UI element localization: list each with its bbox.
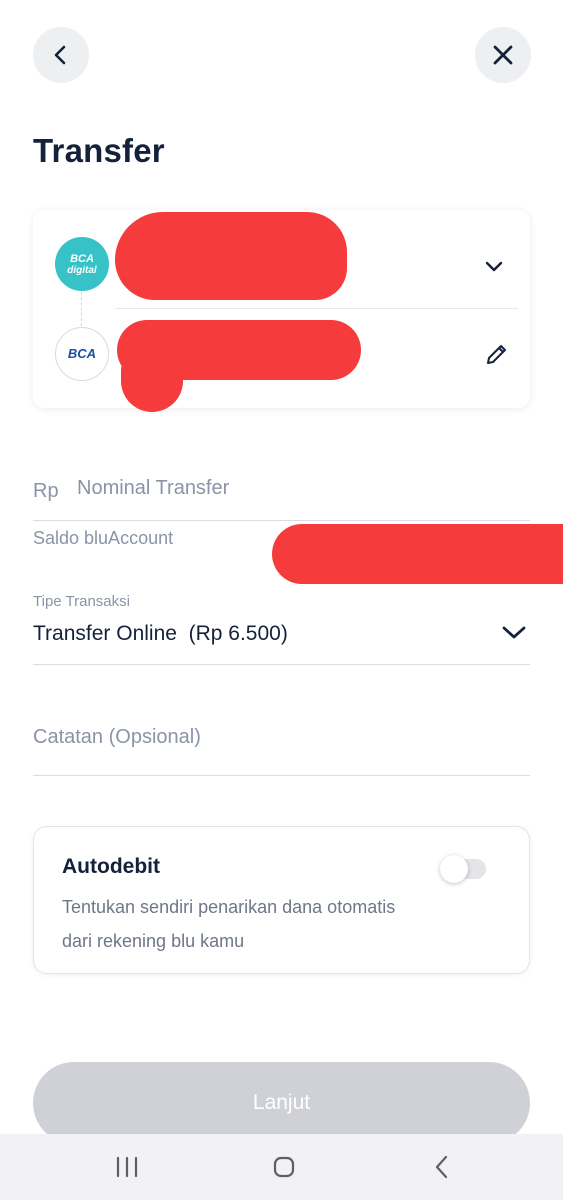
page-title: Transfer xyxy=(33,132,165,169)
bca-digital-logo-line1: BCA xyxy=(70,252,94,265)
currency-label: Rp xyxy=(33,480,59,502)
autodebit-card: Autodebit Tentukan sendiri penarikan dan… xyxy=(33,826,530,974)
transaction-type-value: Transfer Online (Rp 6.500) xyxy=(33,622,288,645)
source-account-dropdown[interactable] xyxy=(481,253,507,284)
edit-destination-button[interactable] xyxy=(484,341,510,372)
autodebit-description: Tentukan sendiri penarikan dana otomatis… xyxy=(62,897,396,951)
amount-underline xyxy=(33,520,530,521)
autodebit-title: Autodebit xyxy=(62,855,160,878)
bca-logo-text: BCA xyxy=(67,346,97,361)
amount-input[interactable] xyxy=(77,477,507,500)
recents-button[interactable] xyxy=(107,1150,147,1184)
redaction-mark xyxy=(121,340,183,412)
card-divider xyxy=(115,308,518,309)
system-navigation-bar xyxy=(0,1134,563,1200)
back-icon xyxy=(435,1155,448,1179)
bca-digital-logo: BCA digital xyxy=(55,237,109,291)
note-input[interactable] xyxy=(33,726,530,749)
redaction-mark xyxy=(272,524,563,584)
chevron-left-icon xyxy=(54,45,66,65)
chevron-down-icon xyxy=(502,626,526,639)
back-button[interactable] xyxy=(33,27,89,83)
home-icon xyxy=(273,1156,295,1178)
pencil-icon xyxy=(487,345,506,364)
close-icon xyxy=(493,45,513,65)
close-button[interactable] xyxy=(475,27,531,83)
autodebit-toggle[interactable] xyxy=(440,855,486,883)
note-underline xyxy=(33,775,530,776)
system-back-button[interactable] xyxy=(422,1150,462,1184)
bca-digital-logo-line2: digital xyxy=(67,264,97,276)
transaction-type-dropdown[interactable] xyxy=(500,620,528,649)
bca-logo: BCA xyxy=(55,327,109,381)
transfer-accounts-card: BCA digital b BCA xyxy=(33,210,530,412)
transaction-type-label: Tipe Transaksi xyxy=(33,593,130,610)
toggle-knob xyxy=(440,855,468,883)
chevron-down-icon xyxy=(485,261,503,272)
home-button[interactable] xyxy=(264,1150,304,1184)
continue-button[interactable]: Lanjut xyxy=(33,1062,530,1144)
recents-icon xyxy=(116,1156,138,1178)
redaction-mark xyxy=(115,212,347,300)
account-connector xyxy=(81,292,82,326)
balance-label: Saldo bluAccount xyxy=(33,528,174,548)
transaction-type-underline xyxy=(33,664,530,665)
